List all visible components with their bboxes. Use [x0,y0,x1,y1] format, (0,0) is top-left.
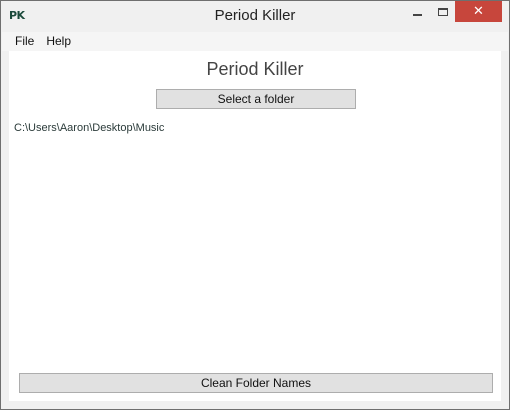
title-bar[interactable]: PK Period Killer ✕ [1,1,509,31]
selected-folder-path: C:\Users\Aaron\Desktop\Music [14,122,165,134]
close-button[interactable]: ✕ [455,1,502,22]
maximize-button[interactable] [430,1,455,22]
close-icon: ✕ [473,4,484,19]
clean-folder-names-button[interactable]: Clean Folder Names [19,373,493,393]
menu-item-file[interactable]: File [2,32,40,51]
page-title: Period Killer [206,59,304,79]
minimize-button[interactable] [404,1,430,22]
main-panel: Period Killer Select a folder C:\Users\A… [9,51,501,401]
app-window: PK Period Killer ✕ File Help Period Kill… [0,0,510,410]
minimize-icon [412,13,422,16]
menu-bar: File Help [2,32,508,51]
select-folder-button[interactable]: Select a folder [156,89,356,109]
menu-item-help[interactable]: Help [40,32,77,51]
maximize-icon [437,7,448,16]
